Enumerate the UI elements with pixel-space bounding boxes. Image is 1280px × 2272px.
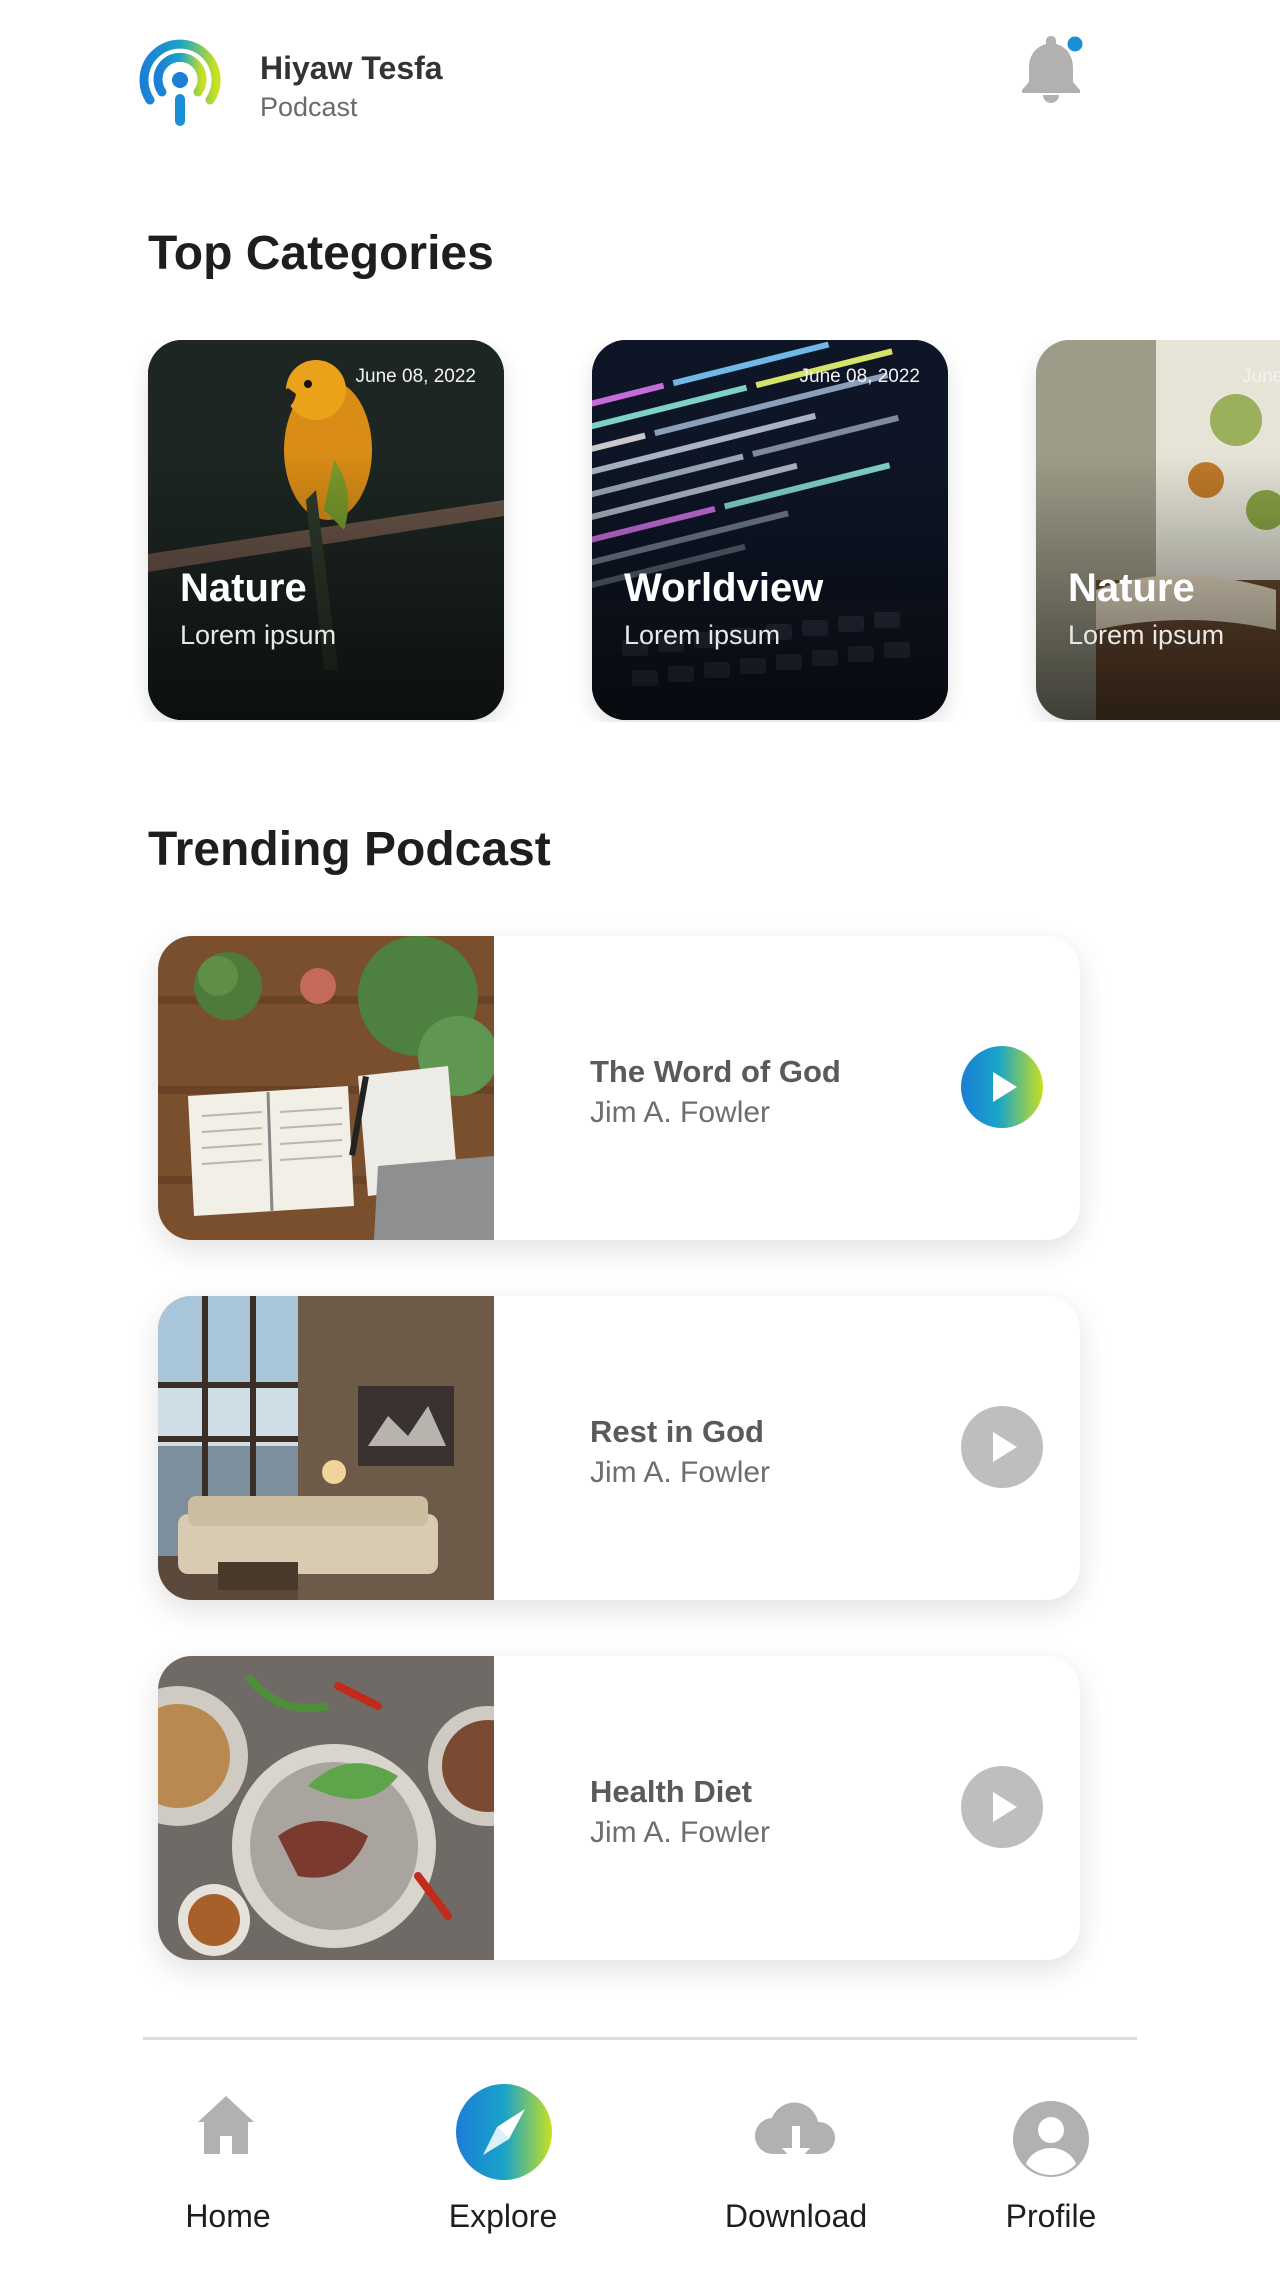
- podcast-card[interactable]: The Word of God Jim A. Fowler: [158, 936, 1080, 1240]
- category-title: Nature: [180, 566, 307, 610]
- bottom-nav-divider: [143, 2037, 1137, 2040]
- play-button[interactable]: [961, 1406, 1043, 1488]
- category-subtitle: Lorem ipsum: [624, 620, 781, 650]
- nav-label-download: Download: [724, 2198, 868, 2234]
- category-card[interactable]: June 08, 2022 Nature Lorem ipsum: [148, 340, 504, 720]
- podcast-card[interactable]: Rest in God Jim A. Fowler: [158, 1296, 1080, 1600]
- category-title: Nature: [1068, 566, 1195, 610]
- nav-label-home: Home: [185, 2198, 271, 2234]
- play-button[interactable]: [961, 1766, 1043, 1848]
- notification-badge: [1067, 36, 1083, 52]
- nav-label-explore: Explore: [448, 2198, 558, 2234]
- podcast-title: Rest in God: [590, 1414, 764, 1449]
- play-button[interactable]: [961, 1046, 1043, 1128]
- play-icon: [993, 1792, 1017, 1822]
- podcast-card[interactable]: Health Diet Jim A. Fowler: [158, 1656, 1080, 1960]
- category-date: June 08, 2022: [355, 366, 476, 387]
- profile-icon: [1013, 2101, 1089, 2177]
- podcast-title: The Word of God: [590, 1054, 841, 1089]
- category-card[interactable]: June 08, 2022 Nature Lorem ipsum: [1036, 340, 1280, 720]
- category-subtitle: Lorem ipsum: [1068, 620, 1225, 650]
- top-categories-title: Top Categories: [148, 227, 494, 280]
- podcast-thumbnail: [158, 936, 494, 1240]
- podcast-thumbnail: [158, 1296, 494, 1600]
- podcast-logo-icon[interactable]: [138, 38, 222, 130]
- podcast-thumbnail: [158, 1656, 494, 1960]
- trending-podcast-title: Trending Podcast: [148, 823, 551, 876]
- cloud-download-icon: [754, 2102, 836, 2164]
- app-header: Hiyaw Tesfa Podcast: [0, 0, 1280, 160]
- play-icon: [993, 1432, 1017, 1462]
- podcast-author: Jim A. Fowler: [590, 1816, 771, 1849]
- compass-icon: [456, 2084, 552, 2180]
- podcast-author: Jim A. Fowler: [590, 1456, 771, 1489]
- bell-icon[interactable]: [1016, 30, 1086, 106]
- nav-label-profile: Profile: [1005, 2198, 1097, 2234]
- brand-subtitle: Podcast: [260, 92, 358, 122]
- category-date: June 08, 2022: [1242, 366, 1280, 387]
- category-card[interactable]: June 08, 2022 Worldview Lorem ipsum: [592, 340, 948, 720]
- category-subtitle: Lorem ipsum: [180, 620, 337, 650]
- play-icon: [993, 1072, 1017, 1102]
- home-icon: [198, 2096, 254, 2154]
- podcast-author: Jim A. Fowler: [590, 1096, 771, 1129]
- category-date: June 08, 2022: [799, 366, 920, 387]
- podcast-title: Health Diet: [590, 1774, 752, 1809]
- categories-carousel[interactable]: June 08, 2022 Nature Lorem ipsum June 08…: [0, 340, 1280, 722]
- category-title: Worldview: [624, 566, 824, 610]
- brand-name: Hiyaw Tesfa: [260, 50, 443, 86]
